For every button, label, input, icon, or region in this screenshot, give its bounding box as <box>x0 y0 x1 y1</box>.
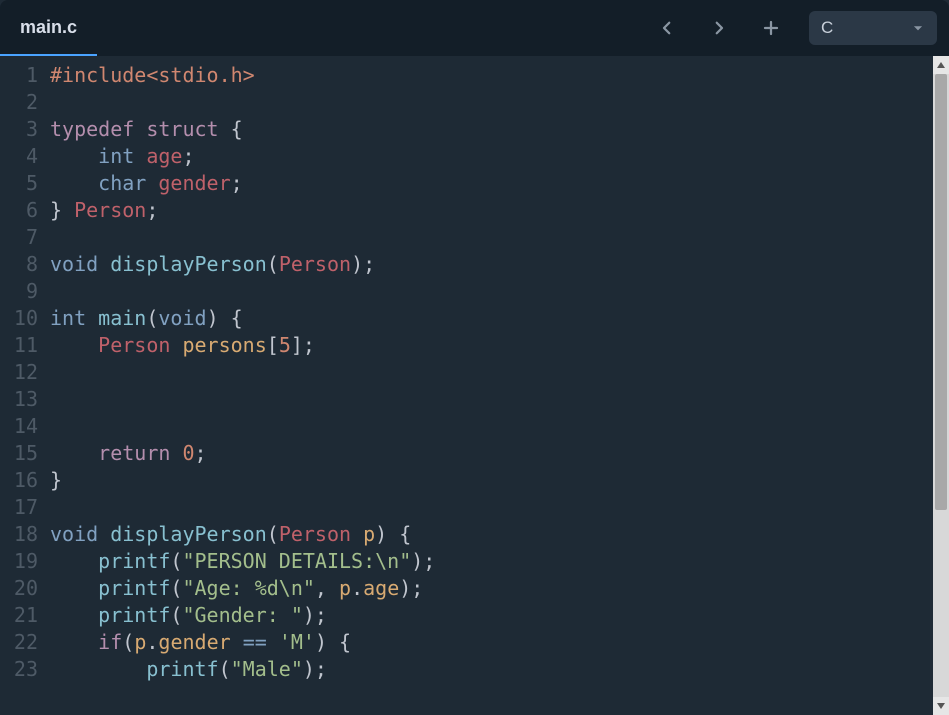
line-number: 12 <box>0 359 46 386</box>
tab-filename: main.c <box>20 17 77 38</box>
new-tab-button[interactable] <box>757 14 785 42</box>
code-line[interactable]: 18void displayPerson(Person p) { <box>0 521 949 548</box>
code-line[interactable]: 7 <box>0 224 949 251</box>
line-number: 8 <box>0 251 46 278</box>
line-number: 21 <box>0 602 46 629</box>
code-line[interactable]: 10int main(void) { <box>0 305 949 332</box>
line-number: 9 <box>0 278 46 305</box>
code-line[interactable]: 5 char gender; <box>0 170 949 197</box>
code-line[interactable]: 6} Person; <box>0 197 949 224</box>
scroll-down-button[interactable] <box>933 697 949 715</box>
triangle-up-icon <box>936 60 946 70</box>
nav-forward-button[interactable] <box>705 14 733 42</box>
code-line[interactable]: 9 <box>0 278 949 305</box>
toolbar-right: C <box>653 0 937 56</box>
line-number: 7 <box>0 224 46 251</box>
line-number: 1 <box>0 62 46 89</box>
line-number: 20 <box>0 575 46 602</box>
nav-back-button[interactable] <box>653 14 681 42</box>
line-number: 23 <box>0 656 46 683</box>
code-line[interactable]: 20 printf("Age: %d\n", p.age); <box>0 575 949 602</box>
line-number: 2 <box>0 89 46 116</box>
code-line[interactable]: 1#include<stdio.h> <box>0 62 949 89</box>
scroll-up-button[interactable] <box>933 56 949 74</box>
code-line[interactable]: 8void displayPerson(Person); <box>0 251 949 278</box>
scroll-track[interactable] <box>933 74 949 697</box>
vertical-scrollbar[interactable] <box>933 56 949 715</box>
line-number: 13 <box>0 386 46 413</box>
line-number: 17 <box>0 494 46 521</box>
code-line[interactable]: 13 <box>0 386 949 413</box>
line-number: 22 <box>0 629 46 656</box>
plus-icon <box>762 19 780 37</box>
line-number: 16 <box>0 467 46 494</box>
code-line[interactable]: 12 <box>0 359 949 386</box>
line-number: 19 <box>0 548 46 575</box>
code-line[interactable]: 23 printf("Male"); <box>0 656 949 683</box>
chevron-down-icon <box>911 21 925 35</box>
line-number: 14 <box>0 413 46 440</box>
chevron-right-icon <box>710 19 728 37</box>
triangle-down-icon <box>936 701 946 711</box>
tab-bar: main.c C <box>0 0 949 56</box>
code-line[interactable]: 21 printf("Gender: "); <box>0 602 949 629</box>
code-line[interactable]: 3typedef struct { <box>0 116 949 143</box>
code-line[interactable]: 14 <box>0 413 949 440</box>
code-line[interactable]: 4 int age; <box>0 143 949 170</box>
line-number: 6 <box>0 197 46 224</box>
code-lines: 1#include<stdio.h> 2 3typedef struct { 4… <box>0 56 949 689</box>
scroll-thumb[interactable] <box>935 74 947 510</box>
line-number: 11 <box>0 332 46 359</box>
line-number: 3 <box>0 116 46 143</box>
line-number: 18 <box>0 521 46 548</box>
code-line[interactable]: 19 printf("PERSON DETAILS:\n"); <box>0 548 949 575</box>
language-label: C <box>821 18 833 38</box>
language-select[interactable]: C <box>809 11 937 45</box>
line-number: 10 <box>0 305 46 332</box>
chevron-left-icon <box>658 19 676 37</box>
editor-frame: main.c C 1#include<stdio.h> 2 3typedef s… <box>0 0 949 715</box>
code-area[interactable]: 1#include<stdio.h> 2 3typedef struct { 4… <box>0 56 949 715</box>
code-line[interactable]: 11 Person persons[5]; <box>0 332 949 359</box>
code-line[interactable]: 16} <box>0 467 949 494</box>
line-number: 4 <box>0 143 46 170</box>
code-line[interactable]: 15 return 0; <box>0 440 949 467</box>
code-line[interactable]: 2 <box>0 89 949 116</box>
line-number: 15 <box>0 440 46 467</box>
line-number: 5 <box>0 170 46 197</box>
code-line[interactable]: 17 <box>0 494 949 521</box>
code-line[interactable]: 22 if(p.gender == 'M') { <box>0 629 949 656</box>
file-tab-main[interactable]: main.c <box>0 0 97 57</box>
